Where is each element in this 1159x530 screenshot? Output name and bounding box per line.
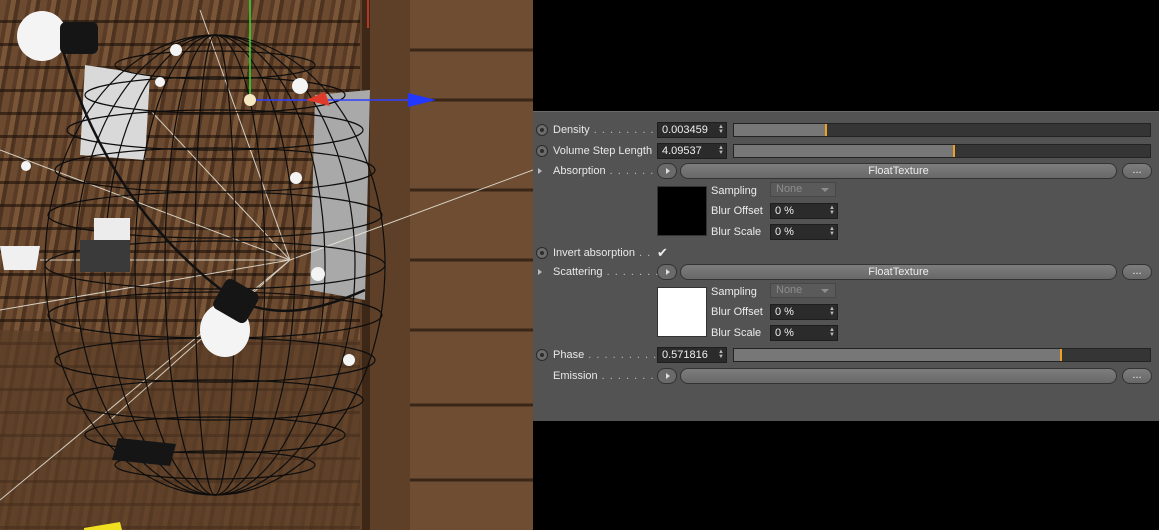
slider-handle[interactable] — [824, 124, 827, 136]
light-bulb-small — [155, 77, 165, 87]
scattering-sampling-label: Sampling — [711, 286, 757, 298]
volume-step-input[interactable]: 4.09537 ▲ ▼ — [657, 143, 727, 159]
absorption-blur-scale-label: Blur Scale — [711, 226, 762, 238]
animate-radio-icon[interactable] — [536, 124, 548, 136]
scattering-blur-offset-label: Blur Offset — [711, 306, 763, 318]
invert-absorption-row: Invert absorption . . ✔ — [533, 245, 1159, 263]
scattering-blur-scale-input[interactable]: 0 % ▲ ▼ — [770, 325, 838, 341]
light-bulb-small — [290, 172, 302, 184]
spinner-icon[interactable]: ▲ ▼ — [718, 124, 724, 135]
scattering-texture-play-button[interactable] — [657, 264, 677, 280]
emission-texture-play-button[interactable] — [657, 368, 677, 384]
absorption-swatch[interactable] — [657, 186, 707, 236]
density-row: Density . . . . . . . . . 0.003459 ▲ ▼ — [533, 122, 1159, 140]
emission-more-button[interactable]: ... — [1122, 368, 1152, 384]
phase-slider[interactable] — [733, 348, 1151, 362]
spinner-icon[interactable]: ▲ ▼ — [829, 205, 835, 216]
absorption-texture-play-button[interactable] — [657, 163, 677, 179]
density-slider[interactable] — [733, 123, 1151, 137]
absorption-texture-button[interactable]: FloatTexture — [680, 163, 1117, 179]
phase-label: Phase . . . . . . . . . . . — [553, 349, 674, 361]
light-bulb-large — [17, 11, 98, 61]
viewport-scene — [0, 0, 533, 530]
absorption-more-button[interactable]: ... — [1122, 163, 1152, 179]
scattering-more-button[interactable]: ... — [1122, 264, 1152, 280]
absorption-row: Absorption . . . . . . . FloatTexture ..… — [533, 163, 1159, 181]
spinner-icon[interactable]: ▲ ▼ — [829, 306, 835, 317]
chevron-down-icon — [821, 289, 829, 293]
gizmo-origin[interactable] — [244, 94, 256, 106]
scattering-blur-offset-input[interactable]: 0 % ▲ ▼ — [770, 304, 838, 320]
light-bulb-small — [343, 354, 355, 366]
absorption-blur-offset-input[interactable]: 0 % ▲ ▼ — [770, 203, 838, 219]
absorption-sampling-label: Sampling — [711, 185, 757, 197]
absorption-label: Absorption . . . . . . . — [553, 165, 663, 177]
chevron-down-icon — [821, 188, 829, 192]
light-bulb-small — [311, 267, 325, 281]
box-label — [94, 218, 130, 240]
spinner-icon[interactable]: ▲ ▼ — [829, 327, 835, 338]
attribute-panel: Density . . . . . . . . . 0.003459 ▲ ▼ Vol… — [533, 111, 1159, 421]
light-bulb-small — [170, 44, 182, 56]
absorption-blur-offset-label: Blur Offset — [711, 205, 763, 217]
box — [80, 240, 130, 272]
expand-arrow-icon[interactable] — [538, 269, 542, 275]
spinner-icon[interactable]: ▲ ▼ — [718, 349, 724, 360]
scattering-row: Scattering . . . . . . . . FloatTexture … — [533, 264, 1159, 282]
volume-step-label: Volume Step Length — [553, 145, 653, 157]
absorption-sampling-dropdown: None — [770, 182, 836, 197]
absorption-blur-scale-input[interactable]: 0 % ▲ ▼ — [770, 224, 838, 240]
emission-texture-button[interactable] — [680, 368, 1117, 384]
phase-input[interactable]: 0.571816 ▲ ▼ — [657, 347, 727, 363]
emission-label: Emission . . . . . . . . . — [553, 370, 671, 382]
spinner-icon[interactable]: ▲ ▼ — [829, 226, 835, 237]
density-input[interactable]: 0.003459 ▲ ▼ — [657, 122, 727, 138]
scattering-label: Scattering . . . . . . . . — [553, 266, 668, 278]
animate-radio-icon[interactable] — [536, 247, 548, 259]
light-bulb-small — [21, 161, 31, 171]
scattering-blur-scale-label: Blur Scale — [711, 327, 762, 339]
3d-viewport[interactable] — [0, 0, 533, 530]
slider-handle[interactable] — [1059, 349, 1062, 361]
scattering-texture-button[interactable]: FloatTexture — [680, 264, 1117, 280]
expand-arrow-icon[interactable] — [538, 168, 542, 174]
spinner-icon[interactable]: ▲ ▼ — [718, 145, 724, 156]
slider-handle[interactable] — [953, 145, 956, 157]
wooden-wall — [410, 0, 533, 530]
volume-step-slider[interactable] — [733, 144, 1151, 158]
invert-absorption-label: Invert absorption . . — [553, 247, 652, 259]
cup — [0, 246, 40, 270]
emission-row: Emission . . . . . . . . . ... — [533, 368, 1159, 386]
phase-row: Phase . . . . . . . . . . . 0.571816 ▲ ▼ — [533, 347, 1159, 365]
light-bulb-small — [292, 78, 308, 94]
volume-step-row: Volume Step Length 4.09537 ▲ ▼ — [533, 143, 1159, 161]
invert-absorption-checkbox[interactable]: ✔ — [657, 245, 668, 261]
scattering-swatch[interactable] — [657, 287, 707, 337]
density-label: Density . . . . . . . . . — [553, 124, 663, 136]
scattering-sampling-dropdown: None — [770, 283, 836, 298]
animate-radio-icon[interactable] — [536, 145, 548, 157]
animate-radio-icon[interactable] — [536, 349, 548, 361]
